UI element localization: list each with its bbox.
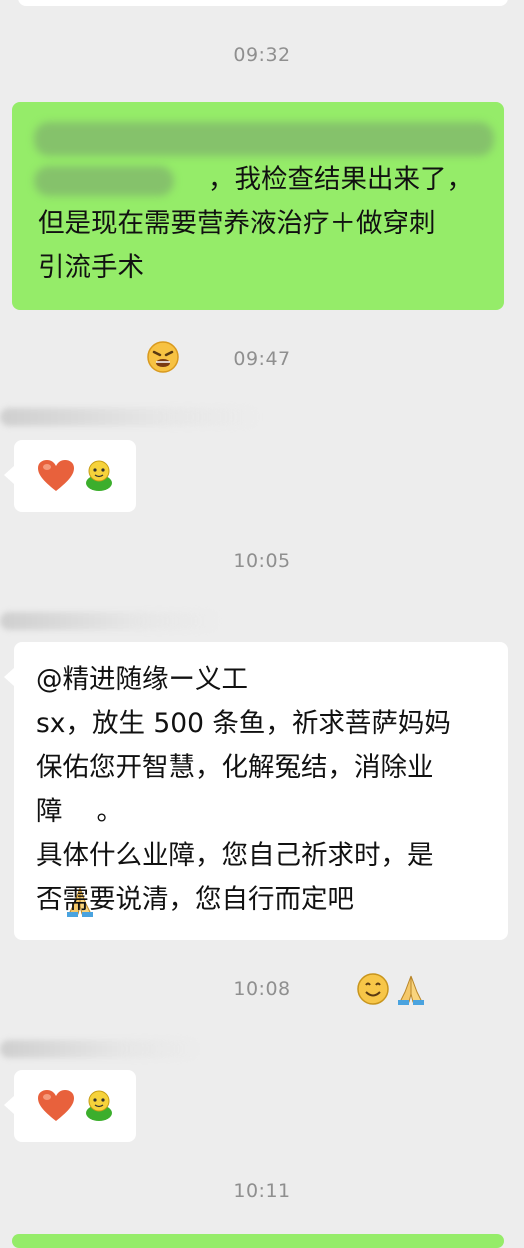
message-text-line: 障 (36, 796, 63, 827)
bubble-tail (4, 466, 14, 484)
bubble-tail (4, 1096, 14, 1114)
message-text-line: 否需要说清，您自行而定吧 (36, 884, 354, 915)
weary-face-icon (146, 252, 180, 373)
message-text: 引流手术 (38, 246, 180, 373)
message-text: 否需要说清，您自行而定吧 (36, 878, 428, 1005)
message-text: sx，放生 500 条鱼，祈求菩萨妈妈 (36, 708, 451, 739)
next-bubble-edge (12, 1234, 504, 1248)
message-text: 障 。 (36, 790, 124, 917)
sent-message-bubble[interactable]: ，我检查结果出来了， 但是现在需要营养液治疗＋做穿刺 引流手术 (12, 102, 504, 373)
mention-text[interactable]: @精进随缘ー义工 (36, 658, 248, 702)
green-bean-icon (82, 458, 116, 492)
timestamp: 10:08 (233, 978, 291, 1000)
heart-icon (36, 458, 76, 494)
message-text: 具体什么业障，您自己祈求时，是 (36, 840, 434, 871)
prev-bubble-edge (18, 0, 508, 6)
smile-icon (356, 884, 390, 1005)
timestamp: 10:05 (233, 550, 291, 572)
sender-name-redacted (0, 612, 220, 630)
bubble-tail (4, 668, 14, 686)
folded-hands-icon (394, 884, 428, 1005)
green-bean-icon (82, 1088, 116, 1122)
message-text: 保佑您开智慧，化解冤结，消除业 (36, 752, 434, 783)
message-text-line: 引流手术 (38, 252, 144, 283)
timestamp: 10:11 (233, 1180, 291, 1202)
received-message-bubble[interactable]: @精进随缘ー义工 sx，放生 500 条鱼，祈求菩萨妈妈 保佑您开智慧，化解冤结… (4, 642, 508, 1005)
timestamp: 09:47 (233, 348, 291, 370)
redacted-text (34, 166, 174, 196)
redacted-text (34, 122, 494, 156)
message-text-line: 。 (96, 796, 124, 827)
message-text: 但是现在需要营养液治疗＋做穿刺 (38, 208, 436, 239)
received-message-bubble[interactable] (4, 1070, 136, 1142)
heart-icon (36, 1088, 76, 1124)
sender-name-redacted (0, 1040, 200, 1058)
sender-name-redacted (0, 408, 260, 426)
message-text: ，我检查结果出来了， (208, 164, 473, 195)
timestamp: 09:32 (233, 44, 291, 66)
received-message-bubble[interactable] (4, 440, 136, 512)
folded-hands-icon (63, 796, 97, 917)
